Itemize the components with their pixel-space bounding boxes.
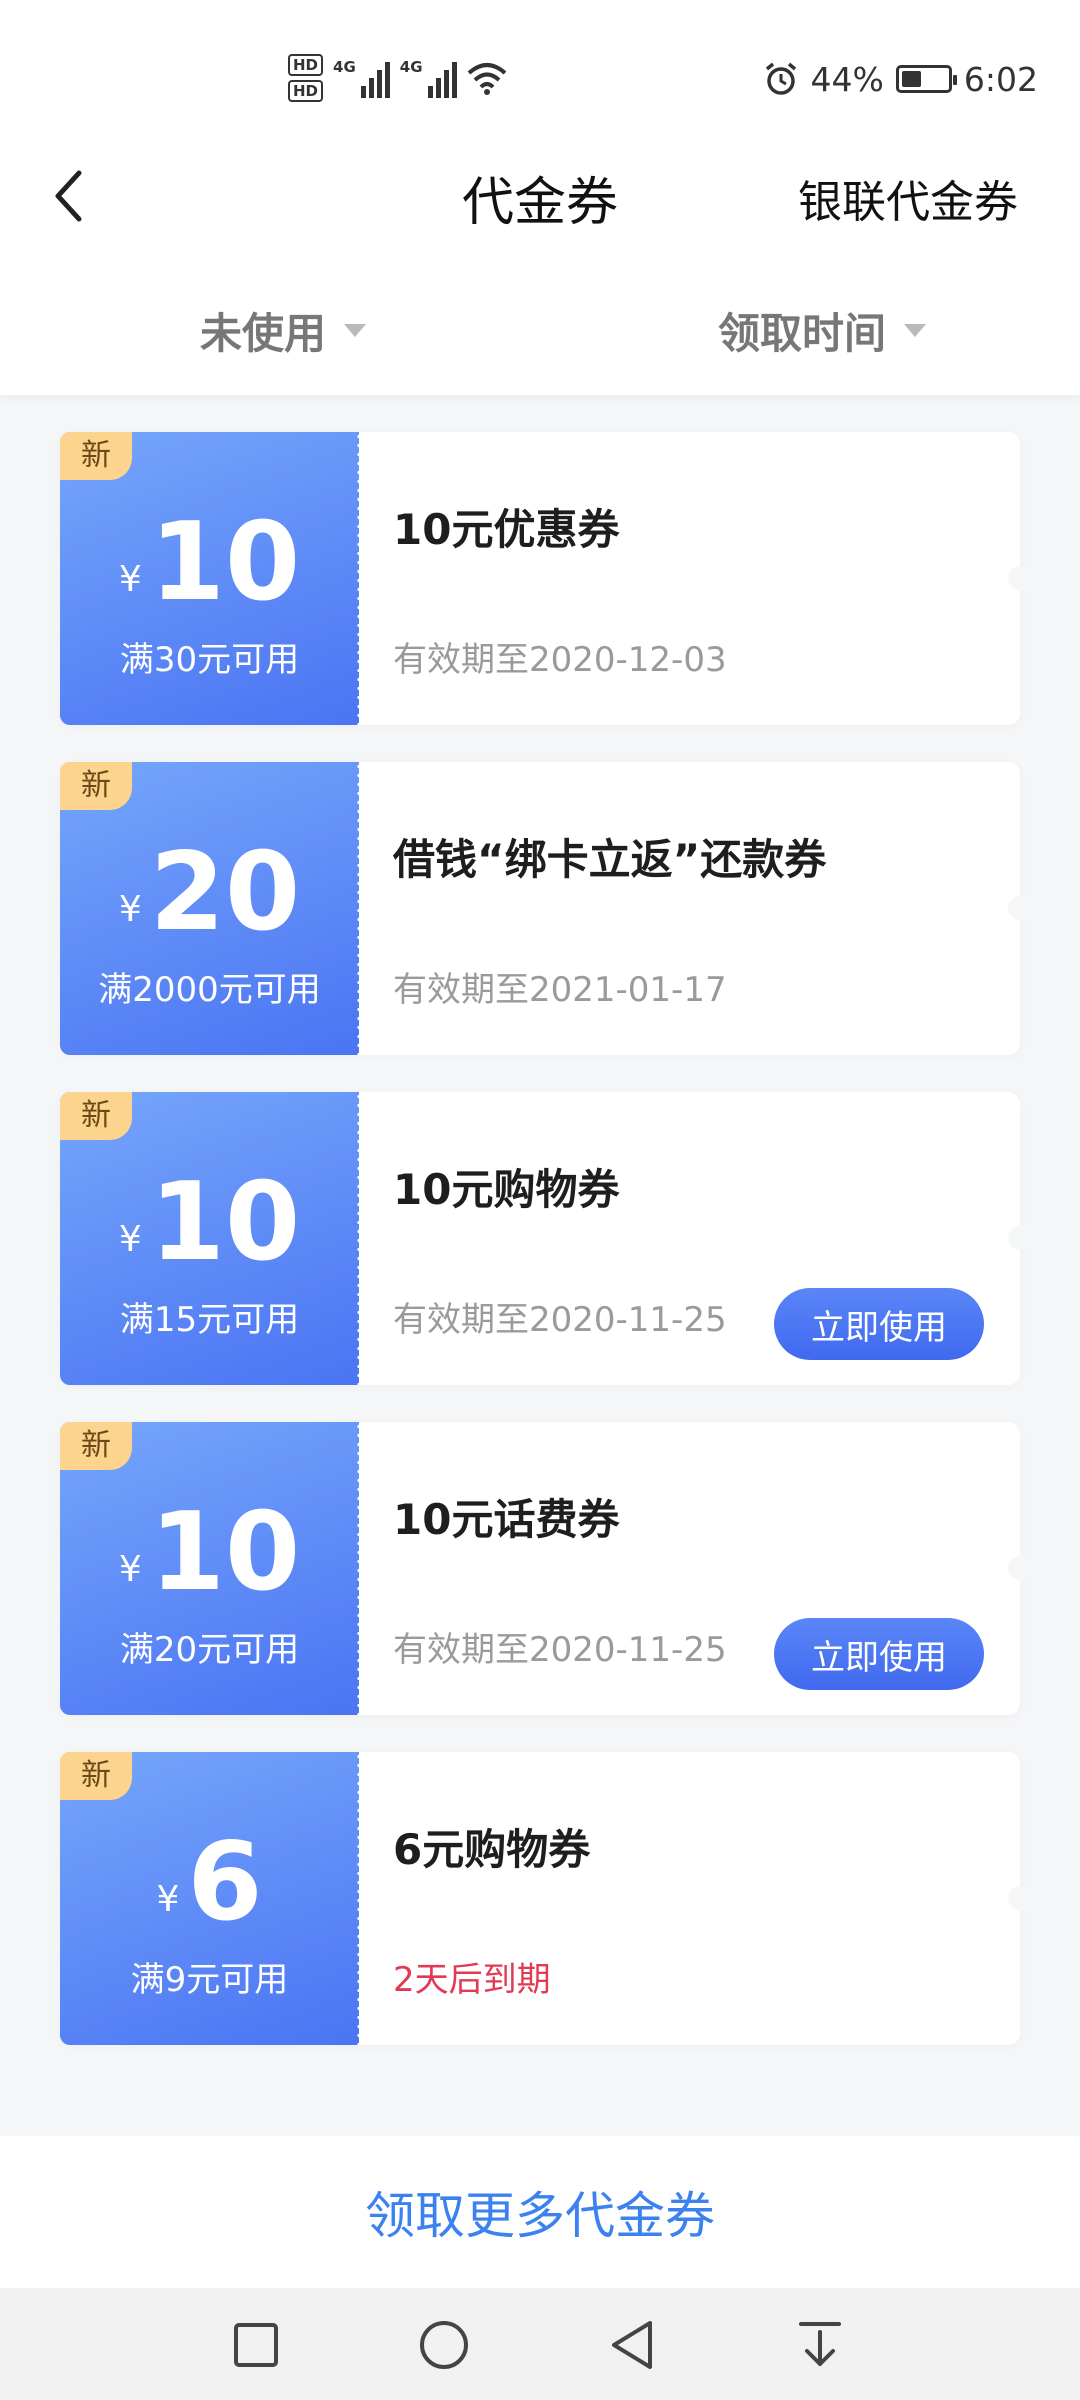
currency-symbol: ¥ bbox=[118, 1219, 142, 1260]
battery-percent: 44% bbox=[810, 59, 884, 99]
coupon-validity: 有效期至2020-11-25 bbox=[393, 1300, 727, 1340]
coupon-condition: 满30元可用 bbox=[119, 640, 300, 680]
coupon-card[interactable]: 新 ¥ 10 满20元可用 10元话费券 有效期至2020-11-25 立即使用 bbox=[60, 1422, 1032, 1715]
alarm-icon bbox=[765, 62, 796, 95]
coupon-amount: 10 bbox=[149, 1490, 301, 1615]
get-more-coupons-link[interactable]: 领取更多代金券 bbox=[365, 2176, 715, 2248]
status-filter-label: 未使用 bbox=[200, 309, 327, 358]
coupon-name: 10元购物券 bbox=[393, 1165, 620, 1214]
coupon-value-stub: 新 ¥ 10 满15元可用 bbox=[60, 1092, 361, 1385]
coupon-name: 6元购物券 bbox=[393, 1825, 591, 1874]
circle-icon bbox=[420, 2321, 468, 2369]
coupon-info: 10元话费券 有效期至2020-11-25 立即使用 bbox=[359, 1422, 1020, 1715]
coupon-name: 借钱“绑卡立返”还款券 bbox=[393, 835, 827, 884]
new-badge: 新 bbox=[60, 1752, 132, 1800]
coupon-info: 6元购物券 2天后到期 bbox=[359, 1752, 1020, 2045]
coupon-value-stub: 新 ¥ 6 满9元可用 bbox=[60, 1752, 361, 2045]
coupon-notch bbox=[1008, 1886, 1032, 1910]
coupon-card[interactable]: 新 ¥ 20 满2000元可用 借钱“绑卡立返”还款券 有效期至2021-01-… bbox=[60, 762, 1032, 1055]
coupon-amount: 10 bbox=[149, 1160, 301, 1285]
nav-notifications-button[interactable] bbox=[785, 2310, 855, 2380]
signal-2-icon: 4G bbox=[400, 58, 457, 98]
coupon-expiry-warning: 2天后到期 bbox=[393, 1960, 551, 2000]
status-filter-dropdown[interactable]: 未使用 bbox=[200, 300, 367, 361]
coupon-condition: 满2000元可用 bbox=[98, 970, 321, 1010]
caret-down-icon bbox=[344, 324, 367, 337]
square-icon bbox=[234, 2323, 278, 2367]
coupon-value-stub: 新 ¥ 10 满30元可用 bbox=[60, 432, 361, 725]
coupon-condition: 满9元可用 bbox=[130, 1960, 289, 2000]
coupon-notch bbox=[1008, 896, 1032, 920]
coupon-notch bbox=[1008, 1556, 1032, 1580]
nav-home-button[interactable] bbox=[409, 2310, 479, 2380]
currency-symbol: ¥ bbox=[118, 559, 142, 600]
coupon-condition: 满20元可用 bbox=[119, 1630, 300, 1670]
nav-back-button[interactable] bbox=[597, 2310, 667, 2380]
clock: 6:02 bbox=[963, 59, 1038, 99]
coupon-info: 10元购物券 有效期至2020-11-25 立即使用 bbox=[359, 1092, 1020, 1385]
coupon-amount: 20 bbox=[149, 830, 301, 955]
status-left: HD HD 4G 4G bbox=[288, 48, 507, 108]
coupon-info: 10元优惠券 有效期至2020-12-03 bbox=[359, 432, 1020, 725]
signal-1-icon: 4G bbox=[333, 58, 390, 98]
coupon-card[interactable]: 新 ¥ 10 满30元可用 10元优惠券 有效期至2020-12-03 bbox=[60, 432, 1032, 725]
coupon-notch bbox=[1008, 566, 1032, 590]
new-badge: 新 bbox=[60, 432, 132, 480]
status-right: 44% 6:02 bbox=[763, 54, 1038, 104]
sort-filter-dropdown[interactable]: 领取时间 bbox=[718, 300, 927, 361]
currency-symbol: ¥ bbox=[118, 889, 142, 930]
currency-symbol: ¥ bbox=[118, 1549, 142, 1590]
caret-down-icon bbox=[904, 324, 927, 337]
system-nav-bar bbox=[0, 2288, 1080, 2400]
battery-icon bbox=[895, 65, 957, 93]
coupon-validity: 有效期至2021-01-17 bbox=[393, 970, 727, 1010]
hd-indicator: HD HD bbox=[288, 54, 324, 102]
use-now-button[interactable]: 立即使用 bbox=[774, 1288, 984, 1360]
coupon-name: 10元优惠券 bbox=[393, 505, 620, 554]
network-type-1: 4G bbox=[333, 58, 356, 76]
status-bar: HD HD 4G 4G 44% 6:02 bbox=[0, 0, 1080, 150]
coupon-card[interactable]: 新 ¥ 6 满9元可用 6元购物券 2天后到期 bbox=[60, 1752, 1032, 2045]
pull-down-icon bbox=[799, 2322, 841, 2366]
coupon-card[interactable]: 新 ¥ 10 满15元可用 10元购物券 有效期至2020-11-25 立即使用 bbox=[60, 1092, 1032, 1385]
header: 代金券 银联代金券 未使用 领取时间 bbox=[0, 150, 1080, 395]
coupon-value-stub: 新 ¥ 20 满2000元可用 bbox=[60, 762, 361, 1055]
coupon-name: 10元话费券 bbox=[393, 1495, 620, 1544]
coupon-notch bbox=[1008, 1226, 1032, 1250]
coupon-info: 借钱“绑卡立返”还款券 有效期至2021-01-17 bbox=[359, 762, 1020, 1055]
new-badge: 新 bbox=[60, 1092, 132, 1140]
coupon-amount: 10 bbox=[149, 500, 301, 625]
use-now-button[interactable]: 立即使用 bbox=[774, 1618, 984, 1690]
nav-recent-apps-button[interactable] bbox=[221, 2310, 291, 2380]
coupon-condition: 满15元可用 bbox=[119, 1300, 300, 1340]
wifi-icon bbox=[467, 63, 506, 95]
coupon-amount: 6 bbox=[187, 1820, 263, 1945]
new-badge: 新 bbox=[60, 762, 132, 810]
unionpay-coupons-link[interactable]: 银联代金券 bbox=[798, 166, 1018, 230]
coupon-value-stub: 新 ¥ 10 满20元可用 bbox=[60, 1422, 361, 1715]
currency-symbol: ¥ bbox=[156, 1879, 180, 1920]
triangle-back-icon bbox=[612, 2321, 652, 2369]
hd-label-2: HD bbox=[288, 80, 324, 102]
coupon-validity: 有效期至2020-12-03 bbox=[393, 640, 727, 680]
coupon-list: 新 ¥ 10 满30元可用 10元优惠券 有效期至2020-12-03 新 ¥ … bbox=[60, 432, 1032, 2082]
network-type-2: 4G bbox=[399, 58, 423, 76]
get-more-coupons-bar: 领取更多代金券 bbox=[0, 2136, 1080, 2288]
new-badge: 新 bbox=[60, 1422, 132, 1470]
hd-label-1: HD bbox=[288, 54, 324, 76]
coupon-validity: 有效期至2020-11-25 bbox=[393, 1630, 727, 1670]
battery-fill bbox=[901, 71, 922, 87]
sort-filter-label: 领取时间 bbox=[718, 309, 887, 358]
